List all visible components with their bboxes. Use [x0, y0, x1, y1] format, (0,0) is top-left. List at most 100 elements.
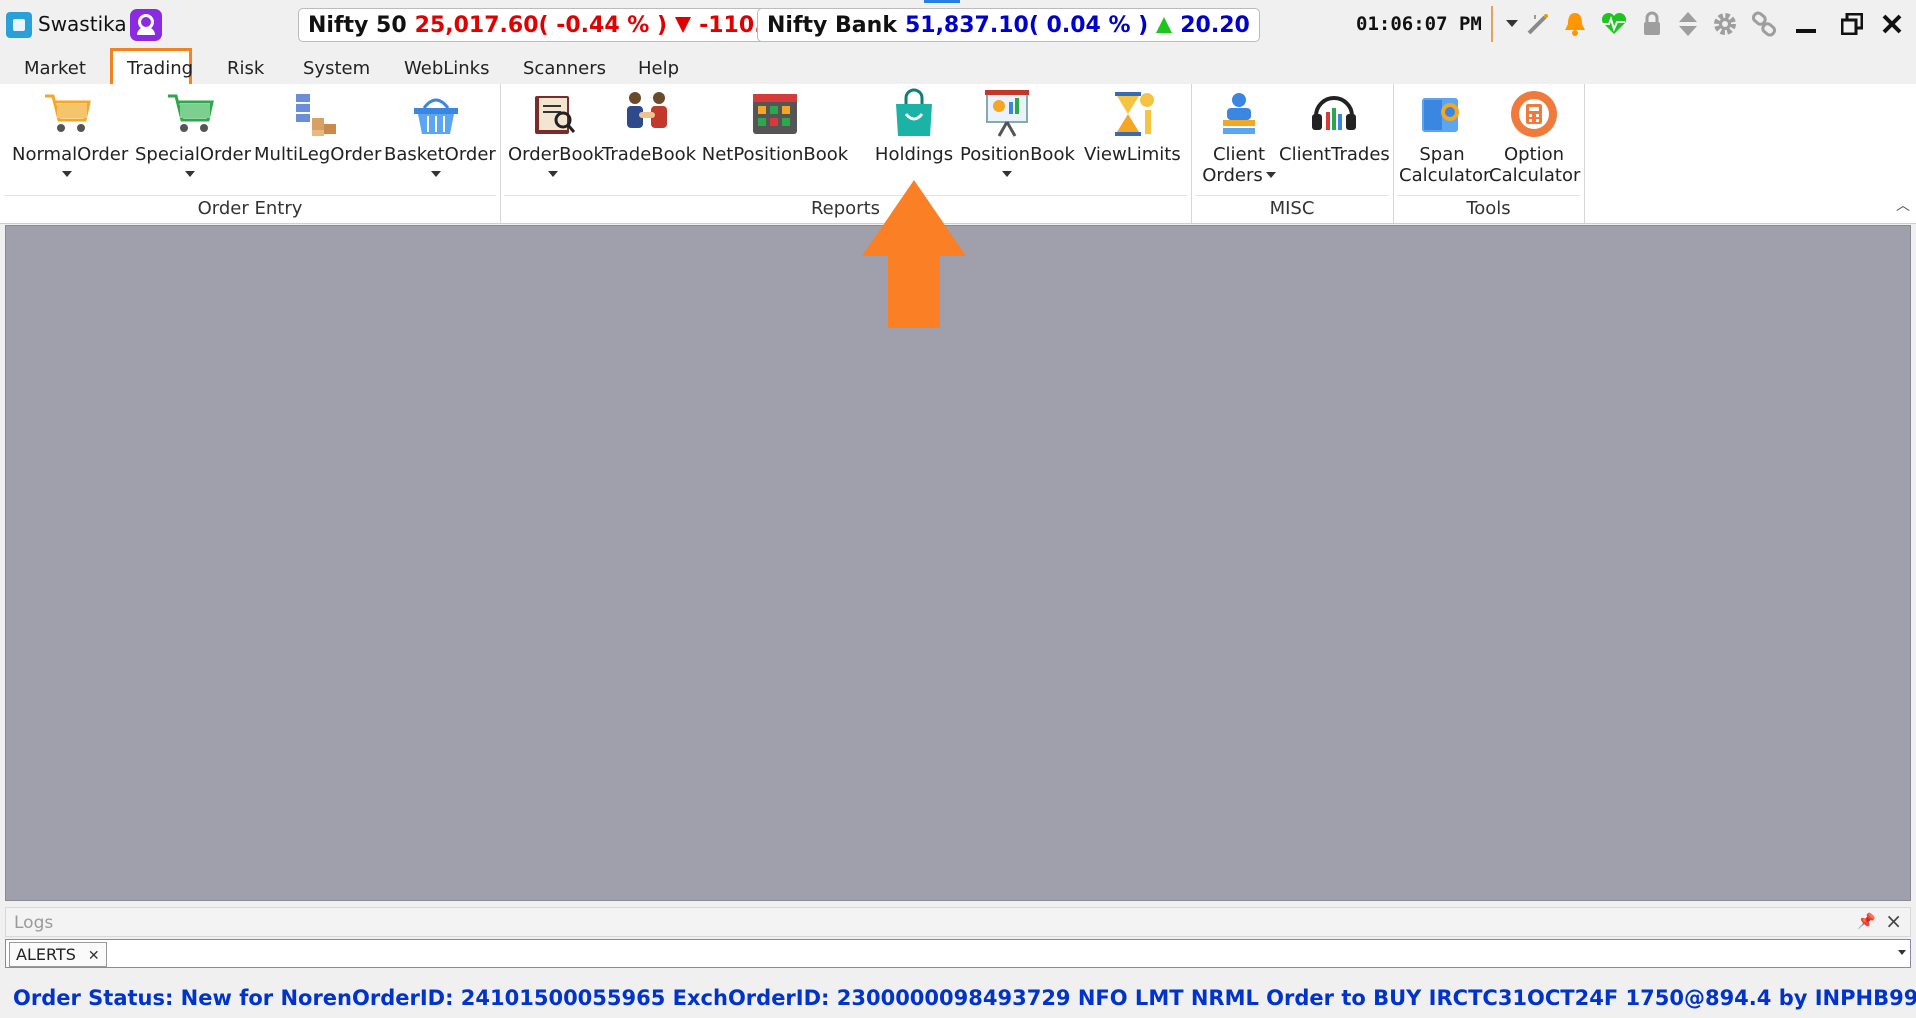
- group-label: Order Entry: [197, 198, 303, 219]
- special-cart-icon: [164, 88, 216, 140]
- basket-order-button[interactable]: BasketOrder: [384, 88, 496, 177]
- option-calculator-label-2: Calculator: [1489, 165, 1581, 186]
- divider: [4, 195, 496, 196]
- close-icon[interactable]: [1878, 10, 1906, 38]
- normal-order-button[interactable]: NormalOrder: [12, 88, 128, 177]
- minimize-icon[interactable]: [1792, 10, 1820, 38]
- chevron-down-icon: [431, 171, 441, 177]
- sort-icon[interactable]: [1674, 10, 1702, 38]
- logs-panel-header: Logs 📌 ×: [5, 907, 1911, 937]
- option-calculator-button[interactable]: Option Calculator: [1489, 88, 1581, 186]
- presentation-board-icon: [981, 88, 1033, 140]
- pin-icon[interactable]: 📌: [1857, 912, 1876, 930]
- order-book-icon: [527, 88, 579, 140]
- basket-order-label: BasketOrder: [384, 144, 496, 165]
- chevron-down-icon: [1002, 171, 1012, 177]
- special-order-label: SpecialOrder: [135, 144, 252, 165]
- boxes-icon: [288, 88, 340, 140]
- span-calculator-label-2: Calculator: [1399, 165, 1491, 186]
- gear-icon[interactable]: [1711, 10, 1739, 38]
- active-indicator: [924, 0, 960, 3]
- holdings-button[interactable]: Holdings: [867, 88, 961, 165]
- collapse-ribbon-icon[interactable]: ︿: [1896, 195, 1910, 215]
- order-book-button[interactable]: OrderBook: [508, 88, 604, 177]
- shopping-cart-icon: [41, 88, 93, 140]
- ticker-value: 25,017.60( -0.44 % ): [414, 12, 668, 38]
- group-misc: Client Orders ClientTrades MISC: [1191, 84, 1394, 223]
- client-trades-label: ClientTrades: [1279, 144, 1390, 165]
- view-limits-label: ViewLimits: [1084, 144, 1181, 165]
- divider: [1397, 195, 1580, 196]
- up-arrow-icon: [1156, 17, 1173, 33]
- user-profile-icon[interactable]: [130, 9, 162, 41]
- client-orders-label-1: Client: [1212, 144, 1266, 165]
- restore-icon[interactable]: [1838, 10, 1866, 38]
- close-icon[interactable]: ✕: [88, 948, 100, 964]
- alerts-tab[interactable]: ALERTS ✕: [9, 942, 107, 967]
- arrow-up-icon: [862, 180, 966, 328]
- chevron-down-icon: [62, 171, 72, 177]
- trade-book-label: TradeBook: [602, 144, 697, 165]
- divider: [1491, 6, 1493, 42]
- headset-icon: [1308, 88, 1360, 140]
- tab-trading-label: Trading: [127, 58, 194, 79]
- app-logo-icon: [6, 12, 32, 38]
- ticker-change: 20.20: [1180, 12, 1250, 38]
- magic-wand-icon[interactable]: [1524, 10, 1552, 38]
- group-label: Reports: [810, 198, 881, 219]
- view-limits-button[interactable]: ViewLimits: [1084, 88, 1181, 165]
- alerts-tab-label: ALERTS: [16, 945, 76, 964]
- net-position-icon: [749, 88, 801, 140]
- handshake-icon: [621, 88, 673, 140]
- divider: [1195, 195, 1389, 196]
- ticker-value: 51,837.10( 0.04 % ): [904, 12, 1149, 38]
- multi-leg-order-button[interactable]: MultiLegOrder: [254, 88, 381, 165]
- client-orders-button[interactable]: Client Orders: [1199, 88, 1279, 186]
- client-orders-label-2: Orders: [1202, 165, 1263, 186]
- logs-title: Logs: [14, 913, 54, 933]
- dropdown-icon[interactable]: [1498, 10, 1526, 38]
- group-label: MISC: [1269, 198, 1315, 219]
- net-position-book-label: NetPositionBook: [701, 144, 849, 165]
- tab-weblinks[interactable]: WebLinks: [404, 58, 489, 79]
- multi-leg-order-label: MultiLegOrder: [254, 144, 382, 165]
- normal-order-label: NormalOrder: [12, 144, 129, 165]
- special-order-button[interactable]: SpecialOrder: [135, 88, 251, 177]
- chevron-down-icon: [548, 171, 558, 177]
- position-book-label: PositionBook: [960, 144, 1075, 165]
- option-calculator-icon: [1508, 88, 1560, 140]
- link-icon[interactable]: [1750, 10, 1778, 38]
- app-name: Swastika: [38, 12, 127, 36]
- chevron-down-icon: [185, 171, 195, 177]
- span-calculator-button[interactable]: Span Calculator: [1399, 88, 1490, 186]
- hourglass-icon: [1105, 88, 1157, 140]
- bell-icon[interactable]: [1561, 10, 1589, 38]
- client-trades-button[interactable]: ClientTrades: [1279, 88, 1390, 165]
- tab-risk[interactable]: Risk: [227, 58, 264, 79]
- lock-icon[interactable]: [1638, 10, 1666, 38]
- ticker-name: Nifty 50: [308, 12, 407, 38]
- trade-book-button[interactable]: TradeBook: [602, 88, 696, 165]
- shopping-bag-icon: [888, 88, 940, 140]
- tab-scanners[interactable]: Scanners: [523, 58, 606, 79]
- net-position-book-button[interactable]: NetPositionBook: [700, 88, 850, 165]
- heartbeat-icon[interactable]: [1600, 10, 1628, 38]
- holdings-label: Holdings: [874, 144, 954, 165]
- clock: 01:06:07 PM: [1356, 13, 1482, 35]
- client-orders-icon: [1213, 88, 1265, 140]
- chevron-down-icon[interactable]: [1898, 950, 1906, 955]
- tab-market[interactable]: Market: [24, 58, 86, 79]
- basket-icon: [410, 88, 462, 140]
- group-reports: OrderBook TradeBook NetPositionBook Hold…: [500, 84, 1192, 223]
- order-status-message: Order Status: New for NorenOrderID: 2410…: [13, 986, 1916, 1010]
- close-icon[interactable]: ×: [1885, 909, 1902, 933]
- ticker-nifty-50[interactable]: Nifty 50 25,017.60( -0.44 % ) -110.35: [298, 8, 804, 42]
- chevron-down-icon: [1265, 172, 1276, 178]
- ticker-nifty-bank[interactable]: Nifty Bank 51,837.10( 0.04 % ) 20.20: [757, 8, 1260, 42]
- option-calculator-label-1: Option: [1503, 144, 1565, 165]
- position-book-button[interactable]: PositionBook: [960, 88, 1075, 177]
- tab-system[interactable]: System: [303, 58, 370, 79]
- tab-help[interactable]: Help: [638, 58, 679, 79]
- group-order-entry: NormalOrder SpecialOrder MultiLegOrder B…: [0, 84, 501, 223]
- status-bar: Order Status: New for NorenOrderID: 2410…: [0, 976, 1916, 1018]
